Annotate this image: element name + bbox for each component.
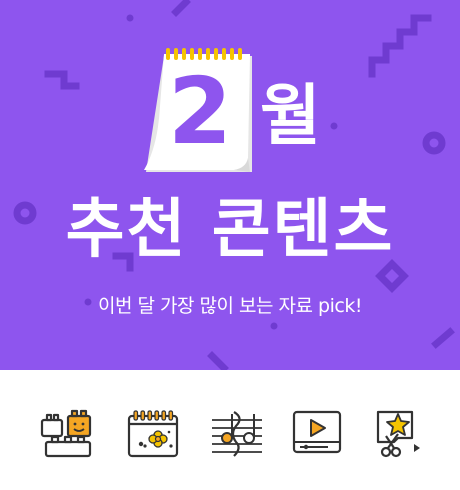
promo-banner[interactable]: 2 월 추천 콘텐츠 이번 달 가장 많이 보는 자료 pick! [0,0,460,370]
banner-subtitle: 이번 달 가장 많이 보는 자료 pick! [98,295,362,317]
month-suffix: 월 [260,77,321,154]
blocks-icon[interactable] [38,408,98,460]
star-craft-icon[interactable] [368,408,428,460]
banner-headline: 추천 콘텐츠 [65,193,395,267]
category-icon-row [0,370,460,490]
music-notes-icon[interactable] [208,408,268,460]
video-play-icon[interactable] [288,408,348,460]
month-number: 2 [167,58,232,165]
calendar-flower-icon[interactable] [124,408,184,460]
